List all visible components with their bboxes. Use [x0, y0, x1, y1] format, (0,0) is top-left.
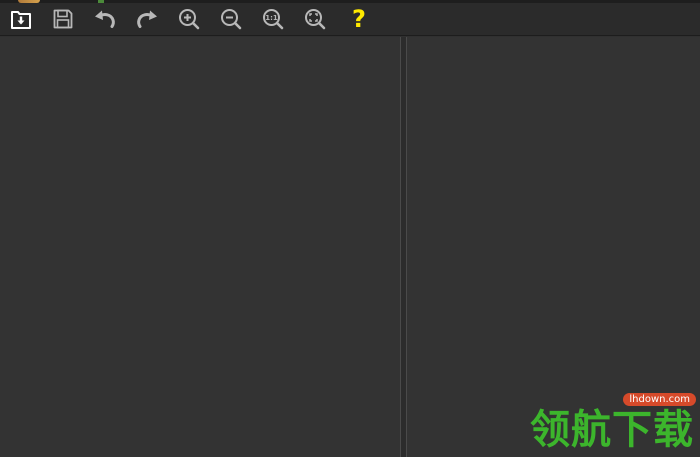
save-icon	[53, 9, 73, 29]
fit-window-icon	[305, 9, 326, 30]
undo-icon	[95, 10, 115, 28]
left-image-pane[interactable]	[0, 37, 400, 457]
open-folder-icon	[11, 11, 31, 29]
zoom-in-button[interactable]	[176, 6, 202, 32]
actual-size-button[interactable]: 1:1	[260, 6, 286, 32]
actual-size-icon: 1:1	[263, 9, 284, 30]
redo-button[interactable]	[134, 6, 160, 32]
open-button[interactable]	[8, 6, 34, 32]
help-button[interactable]: ?	[346, 6, 372, 32]
zoom-in-icon	[179, 9, 200, 30]
fit-window-button[interactable]	[302, 6, 328, 32]
watermark-text: 领航下载	[530, 407, 694, 453]
help-icon: ?	[352, 5, 366, 33]
watermark: lhdown.com 领航下载	[508, 393, 698, 453]
undo-button[interactable]	[92, 6, 118, 32]
zoom-out-icon	[221, 9, 242, 30]
save-button[interactable]	[50, 6, 76, 32]
watermark-url: lhdown.com	[623, 393, 696, 406]
actual-size-label: 1:1	[265, 14, 278, 22]
redo-icon	[137, 10, 157, 28]
zoom-out-button[interactable]	[218, 6, 244, 32]
toolbar: 1:1 ?	[0, 3, 700, 36]
pane-splitter[interactable]	[400, 37, 407, 457]
app-window: 1:1 ? lhdown.com 领航下载	[0, 0, 700, 457]
